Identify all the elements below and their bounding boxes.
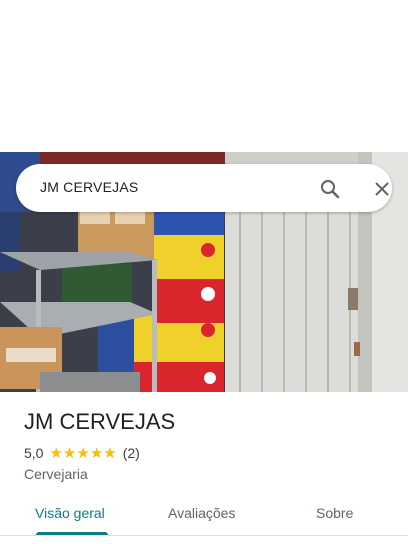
- search-bar[interactable]: JM CERVEJAS: [16, 164, 392, 212]
- tab-reviews[interactable]: Avaliações: [168, 505, 235, 521]
- star-icon: ★: [89, 444, 104, 462]
- star-icon: ★: [62, 444, 77, 462]
- tab-bar: Visão geral Avaliações Sobre: [0, 495, 408, 536]
- tab-about[interactable]: Sobre: [316, 505, 353, 521]
- star-icon: ★: [103, 444, 117, 462]
- review-count[interactable]: (2): [123, 445, 140, 461]
- tab-overview[interactable]: Visão geral: [35, 505, 105, 521]
- rating-value: 5,0: [24, 445, 44, 461]
- search-input[interactable]: JM CERVEJAS: [40, 179, 138, 195]
- star-icon: ★: [49, 444, 63, 462]
- rating-row[interactable]: 5,0 ★ ★ ★ ★ ★ (2): [24, 444, 140, 462]
- search-icon[interactable]: [318, 177, 342, 201]
- place-title: JM CERVEJAS: [24, 409, 176, 434]
- star-icon: ★: [76, 444, 90, 462]
- active-tab-indicator: [36, 532, 108, 535]
- place-category: Cervejaria: [24, 466, 88, 482]
- star-rating: ★ ★ ★ ★ ★: [49, 446, 116, 461]
- close-icon[interactable]: [370, 177, 394, 201]
